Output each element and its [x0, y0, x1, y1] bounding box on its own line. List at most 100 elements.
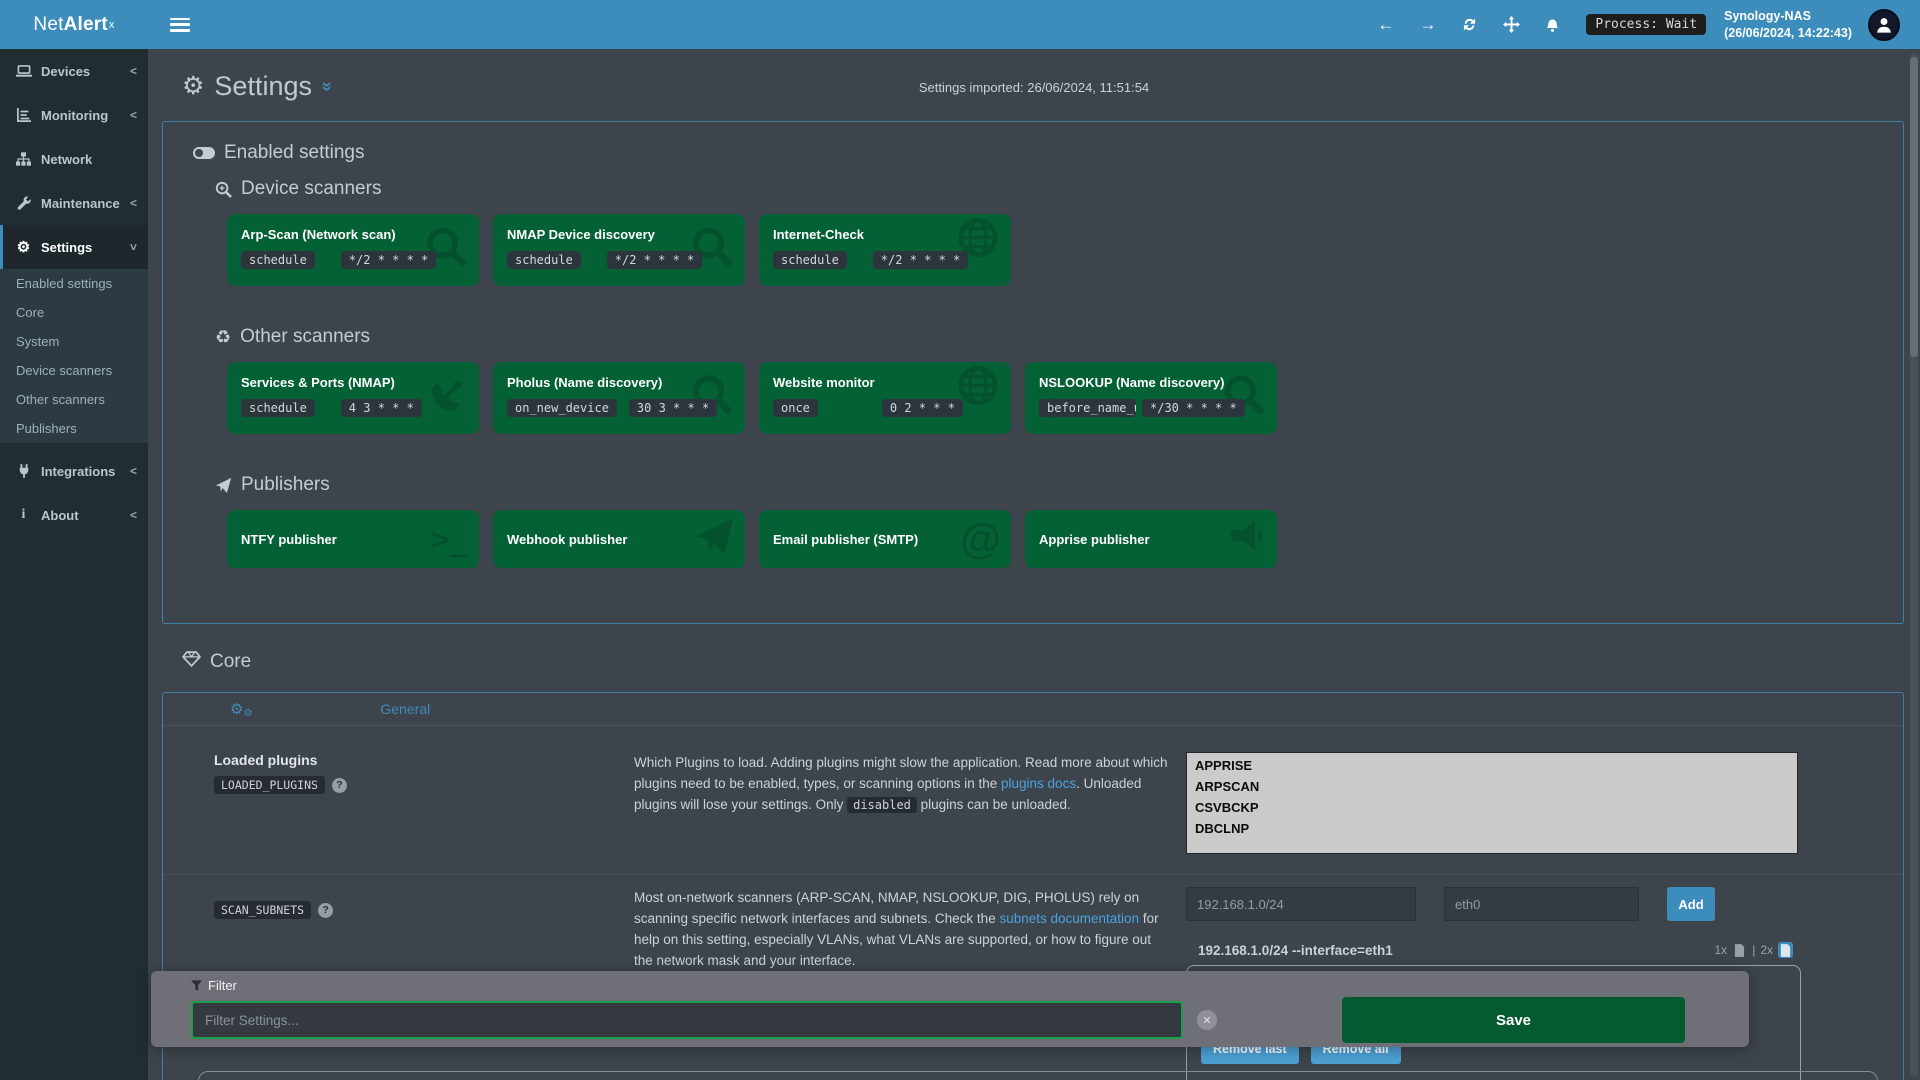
cron-badge: 0 2 * * *	[882, 399, 963, 417]
sidebar-item-devices[interactable]: Devices <	[0, 49, 148, 93]
chevron-left-icon: <	[130, 464, 137, 478]
host-name: Synology-NAS	[1724, 8, 1852, 24]
host-timestamp: (26/06/2024, 14:22:43)	[1724, 25, 1852, 41]
trigger-badge: on_new_device	[507, 399, 617, 417]
sidebar-item-about[interactable]: i About <	[0, 493, 148, 537]
card-arpscan[interactable]: Arp-Scan (Network scan) schedule*/2 * * …	[227, 214, 479, 286]
card-email-smtp[interactable]: @ Email publisher (SMTP)	[759, 510, 1011, 568]
loaded-plugins-description: Which Plugins to load. Adding plugins mi…	[634, 752, 1170, 854]
brand-sup: x	[109, 19, 115, 31]
loaded-plugins-value-col: APPRISE ARPSCAN CSVBCKP DBCLNP	[1170, 752, 1903, 854]
card-apprise[interactable]: Apprise publisher	[1025, 510, 1277, 568]
cron-badge: */30 * * * *	[1142, 399, 1245, 417]
document-icon[interactable]	[1778, 942, 1793, 958]
at-sign-icon: @	[960, 515, 1001, 563]
toggle-icon	[193, 147, 215, 159]
sidebar-item-network[interactable]: Network	[0, 137, 148, 181]
listbox-option[interactable]: ARPSCAN	[1187, 776, 1797, 797]
subnet-entry-row[interactable]: 192.168.1.0/24 --interface=eth1 1x | 2x	[1186, 939, 1801, 961]
plugins-docs-link[interactable]: plugins docs	[1001, 776, 1076, 791]
question-icon[interactable]: ?	[318, 903, 333, 918]
interface-input[interactable]	[1444, 887, 1639, 921]
submenu-item-device-scanners[interactable]: Device scanners	[0, 356, 148, 385]
avatar[interactable]	[1868, 9, 1900, 41]
group-title: Publishers	[241, 474, 330, 496]
subnet-input[interactable]	[1186, 887, 1416, 921]
card-pholus[interactable]: Pholus (Name discovery) on_new_device30 …	[493, 362, 745, 434]
app-logo: NetAlertx	[0, 0, 148, 49]
submenu-item-core[interactable]: Core	[0, 298, 148, 327]
entry-divider: |	[1752, 943, 1755, 957]
tab-general[interactable]: General	[380, 701, 430, 717]
submenu-item-publishers[interactable]: Publishers	[0, 414, 148, 443]
submenu-item-system[interactable]: System	[0, 327, 148, 356]
move-icon[interactable]	[1503, 16, 1520, 33]
listbox-option[interactable]: DBCLNP	[1187, 818, 1797, 839]
filter-settings-input[interactable]	[191, 1001, 1183, 1039]
forward-arrow-icon[interactable]: →	[1419, 16, 1436, 33]
sidebar-item-settings[interactable]: ⚙ Settings <	[0, 225, 148, 269]
navbar-right-group: ← → Process: Wait Synology-NAS (26/06/20…	[1352, 8, 1904, 41]
question-icon[interactable]: ?	[332, 778, 347, 793]
cron-badge: 4 3 * * *	[341, 399, 422, 417]
entry-controls: 1x | 2x	[1715, 942, 1794, 958]
other-scanners-heading: ♻ Other scanners	[215, 326, 1873, 348]
settings-submenu: Enabled settings Core System Device scan…	[0, 269, 148, 443]
card-title: NTFY publisher	[241, 532, 337, 547]
chevron-left-icon: <	[130, 108, 137, 122]
document-icon[interactable]	[1732, 942, 1747, 958]
brand-prefix: Net	[33, 14, 63, 36]
hamburger-icon[interactable]	[170, 18, 190, 32]
refresh-icon[interactable]	[1461, 16, 1478, 33]
add-button[interactable]: Add	[1667, 887, 1715, 921]
enabled-settings-heading: Enabled settings	[193, 142, 1873, 164]
scrollbar-thumb[interactable]	[1910, 57, 1918, 357]
card-nslookup[interactable]: NSLOOKUP (Name discovery) before_name_up…	[1025, 362, 1277, 434]
filter-label: Filter	[208, 978, 237, 993]
plug-icon	[15, 464, 32, 478]
submenu-item-enabled-settings[interactable]: Enabled settings	[0, 269, 148, 298]
back-arrow-icon[interactable]: ←	[1377, 16, 1394, 33]
entry-count-1: 1x	[1715, 943, 1728, 957]
host-info: Synology-NAS (26/06/2024, 14:22:43)	[1724, 8, 1852, 41]
cron-badge: */2 * * * *	[607, 251, 702, 269]
terminal-icon: >_	[430, 520, 469, 558]
paper-plane-icon	[215, 477, 232, 494]
bell-icon[interactable]	[1545, 16, 1560, 33]
loaded-plugins-row: Loaded plugins LOADED_PLUGINS ? Which Pl…	[163, 726, 1903, 854]
subnet-entry-text: 192.168.1.0/24 --interface=eth1	[1198, 943, 1393, 958]
core-heading: Core	[182, 651, 251, 673]
card-title: Apprise publisher	[1039, 532, 1150, 547]
setting-key-chip: SCAN_SUBNETS	[214, 901, 311, 919]
submenu-item-other-scanners[interactable]: Other scanners	[0, 385, 148, 414]
desc-text: plugins can be unloaded.	[917, 797, 1071, 812]
card-ntfy[interactable]: >_ NTFY publisher	[227, 510, 479, 568]
sidebar-item-maintenance[interactable]: Maintenance <	[0, 181, 148, 225]
listbox-option[interactable]: APPRISE	[1187, 755, 1797, 776]
network-icon	[15, 152, 32, 166]
gem-icon	[182, 651, 201, 673]
listbox-option[interactable]: CSVBCKP	[1187, 797, 1797, 818]
subnets-docs-link[interactable]: subnets documentation	[999, 911, 1139, 926]
card-nmap-discovery[interactable]: NMAP Device discovery schedule*/2 * * * …	[493, 214, 745, 286]
loaded-plugins-listbox[interactable]: APPRISE ARPSCAN CSVBCKP DBCLNP	[1186, 752, 1798, 854]
clear-filter-icon[interactable]: ✕	[1197, 1010, 1217, 1030]
sidebar-item-monitoring[interactable]: Monitoring <	[0, 93, 148, 137]
card-title: Email publisher (SMTP)	[773, 532, 918, 547]
save-button[interactable]: Save	[1342, 997, 1685, 1043]
chevron-left-icon: <	[130, 64, 137, 78]
other-scanners-group: ♻ Other scanners Services & Ports (NMAP)…	[215, 326, 1873, 434]
sidebar-item-integrations[interactable]: Integrations <	[0, 449, 148, 493]
info-icon: i	[15, 507, 32, 523]
card-webhook[interactable]: Webhook publisher	[493, 510, 745, 568]
card-title: Webhook publisher	[507, 532, 627, 547]
filter-label-row: Filter	[191, 978, 1733, 993]
trigger-badge: once	[773, 399, 818, 417]
card-website-monitor[interactable]: Website monitor once0 2 * * *	[759, 362, 1011, 434]
card-title: NMAP Device discovery	[507, 227, 731, 242]
device-scanners-heading: Device scanners	[215, 178, 1873, 200]
card-services-ports[interactable]: Services & Ports (NMAP) schedule4 3 * * …	[227, 362, 479, 434]
card-title: NSLOOKUP (Name discovery)	[1039, 375, 1263, 390]
paper-plane-icon	[693, 516, 735, 563]
card-internet-check[interactable]: Internet-Check schedule*/2 * * * *	[759, 214, 1011, 286]
